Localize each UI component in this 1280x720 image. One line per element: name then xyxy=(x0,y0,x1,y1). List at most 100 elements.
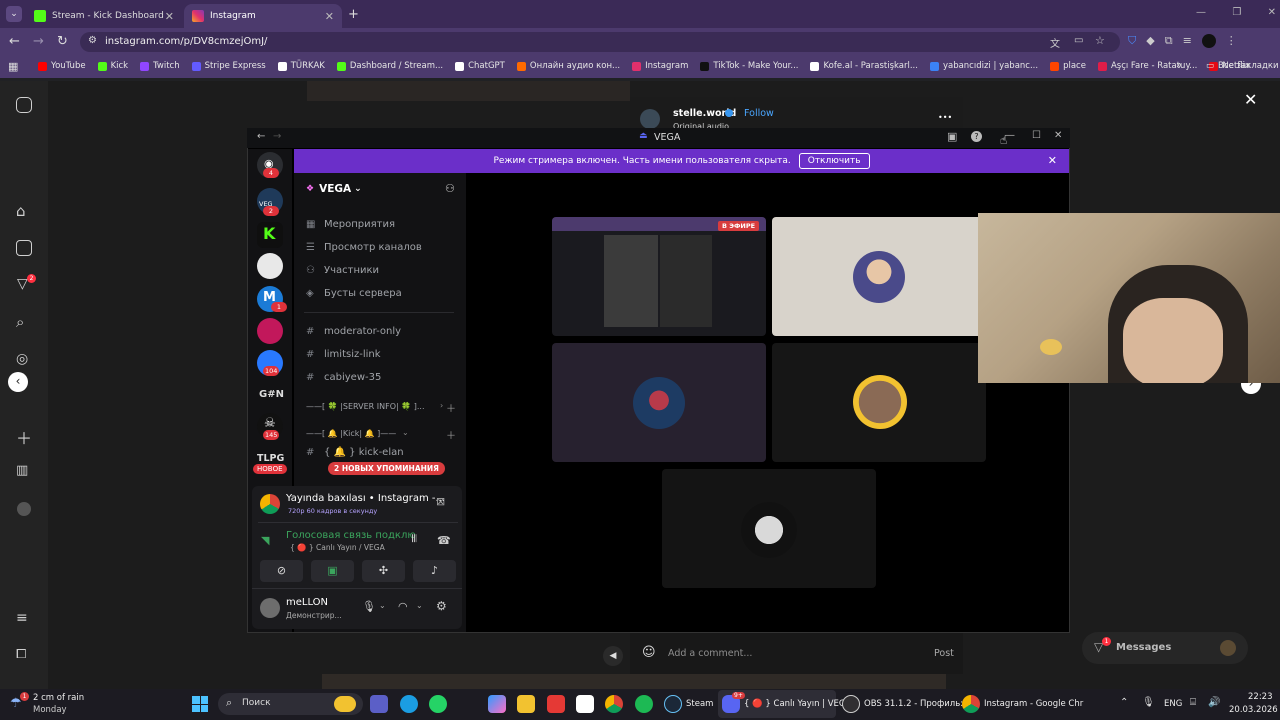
participant-tile-4[interactable] xyxy=(662,469,876,588)
banner-close-icon[interactable]: ✕ xyxy=(1048,154,1057,167)
close-tab-icon[interactable]: ✕ xyxy=(165,10,174,23)
clock-time[interactable]: 22:23 xyxy=(1248,692,1273,702)
tab-instagram[interactable]: Instagram ✕ xyxy=(184,4,342,28)
new-tab-button[interactable]: + xyxy=(348,7,359,22)
dashboard-icon[interactable]: ▥ xyxy=(16,463,28,478)
tab-search-button[interactable]: ⌄ xyxy=(6,6,22,22)
create-icon[interactable]: ＋ xyxy=(16,425,32,449)
headphones-options-icon[interactable]: ⌄ xyxy=(416,601,423,610)
comment-input[interactable]: Add a comment... xyxy=(668,648,752,659)
bookmark-item[interactable]: Instagram xyxy=(632,61,688,71)
taskbar-app-label[interactable]: { 🔴 } Canlı Yayın | VEGA xyxy=(744,699,851,709)
tab-kick-dashboard[interactable]: Stream - Kick Dashboard ✕ xyxy=(26,4,182,28)
menu-members[interactable]: ⚇ Участники xyxy=(306,265,379,276)
diamond-extension-icon[interactable]: ◆ xyxy=(1146,34,1154,48)
disconnect-icon[interactable]: ☎ xyxy=(437,534,451,547)
participant-tile-1[interactable] xyxy=(772,217,986,336)
close-tab-icon[interactable]: ✕ xyxy=(325,10,334,23)
server-gn[interactable]: G#N xyxy=(259,389,284,400)
edge-icon[interactable] xyxy=(400,695,418,713)
mute-button[interactable]: ◀ xyxy=(603,646,623,666)
channel-moderator-only[interactable]: # moderator-only xyxy=(306,326,401,337)
search-icon[interactable]: ⌕ xyxy=(16,313,24,331)
stop-stream-icon[interactable]: ⊠ xyxy=(436,495,445,508)
signal-icon[interactable]: ◥ xyxy=(261,534,269,547)
bookmark-item[interactable]: Stripe Express xyxy=(191,61,266,71)
back-icon[interactable]: ← xyxy=(9,34,20,49)
new-mentions-pill[interactable]: 2 НОВЫХ УПОМИНАНИЯ xyxy=(328,462,445,475)
add-channel-icon[interactable]: ＋ xyxy=(446,400,456,415)
file-explorer-icon[interactable] xyxy=(517,695,535,713)
capcut-icon[interactable] xyxy=(576,695,594,713)
bookmark-item[interactable]: Kick xyxy=(97,61,128,71)
category-expand-icon[interactable]: › xyxy=(440,401,443,410)
noise-suppression-icon[interactable]: 𝄃𝄃 xyxy=(412,534,416,545)
taskbar-app-label[interactable]: OBS 31.1.2 - Профиль: E xyxy=(864,699,971,709)
taskbar-app-label[interactable]: Instagram - Google Chr xyxy=(984,699,1083,709)
post-options-icon[interactable]: ••• xyxy=(938,113,952,122)
media-icon[interactable]: ≡ xyxy=(1183,34,1192,48)
menu-dots-icon[interactable]: ⋮ xyxy=(1226,34,1237,48)
shield-extension-icon[interactable]: ⛉ xyxy=(1128,34,1136,48)
server-kick[interactable]: K xyxy=(257,222,283,248)
user-avatar[interactable] xyxy=(260,598,280,618)
close-window-icon[interactable]: ✕ xyxy=(1268,7,1276,18)
author-avatar[interactable] xyxy=(640,109,660,129)
category-kick[interactable]: ——[ 🔔 |Kick| 🔔 ]—— xyxy=(306,429,396,438)
camera-off-button[interactable]: ⊘ xyxy=(260,560,303,582)
all-bookmarks[interactable]: ▭ Все закладки xyxy=(1206,61,1279,71)
weather-widget[interactable]: ☂ 1 2 cm of rain Monday xyxy=(8,691,108,717)
voice-status[interactable]: Голосовая связь подклю xyxy=(286,530,416,541)
discord-maximize-icon[interactable]: ☐ xyxy=(1032,130,1041,141)
mic-options-icon[interactable]: ⌄ xyxy=(379,601,386,610)
emoji-icon[interactable]: ☺ xyxy=(642,645,656,660)
chrome-taskbar-icon[interactable] xyxy=(605,695,623,713)
mic-icon[interactable]: 🎙 xyxy=(362,600,376,613)
spotify-icon[interactable] xyxy=(635,695,653,713)
voice-channel-name[interactable]: { 🔴 } Canlı Yayın / VEGA xyxy=(290,543,385,552)
disable-streamer-mode-button[interactable]: Отключить xyxy=(798,153,870,169)
messages-button[interactable]: ▽ 1 Messages xyxy=(1082,632,1248,664)
channel-limitsiz-link[interactable]: # limitsiz-link xyxy=(306,349,381,360)
server-fire[interactable] xyxy=(257,318,283,344)
taskbar-search[interactable]: ⌕ Поиск xyxy=(218,693,363,715)
server-header[interactable]: ❖ VEGA ⌄ xyxy=(306,183,362,195)
profile-icon[interactable] xyxy=(17,502,31,516)
teams-icon[interactable] xyxy=(370,695,388,713)
bookmark-item[interactable]: yabancıdizi | yabanc... xyxy=(929,61,1038,71)
activities-button[interactable]: ✣ xyxy=(362,560,405,582)
also-from-meta-icon[interactable]: ⧠ xyxy=(16,647,26,662)
start-button[interactable] xyxy=(192,696,208,712)
server-tlpg[interactable]: TLPG xyxy=(257,453,284,464)
discord-forward-icon[interactable]: → xyxy=(273,131,281,142)
menu-browse-channels[interactable]: ☰ Просмотр каналов xyxy=(306,242,422,253)
add-channel-icon[interactable]: ＋ xyxy=(446,427,456,442)
bookmark-item[interactable]: ChatGPT xyxy=(455,61,505,71)
explore-icon[interactable]: ◎ xyxy=(16,351,28,367)
whatsapp-icon[interactable] xyxy=(429,695,447,713)
instagram-logo-icon[interactable] xyxy=(16,97,32,113)
bookmark-item[interactable]: TikTok - Make Your... xyxy=(700,61,798,71)
taskbar-app-label[interactable]: Steam xyxy=(686,699,713,709)
bookmark-item[interactable]: Kofe.al - Parastişkarl... xyxy=(810,61,918,71)
participant-tile-2[interactable] xyxy=(552,343,766,462)
channel-kick-elan[interactable]: # { 🔔 } kick-elan xyxy=(306,447,404,458)
bookmark-item[interactable]: place xyxy=(1050,61,1086,71)
bookmark-item[interactable]: Dashboard / Stream... xyxy=(336,61,443,71)
category-server-info[interactable]: ——[ 🍀 |SERVER INFO| 🍀 ]... xyxy=(306,402,424,411)
bookmark-item[interactable]: Aşçı Fare - Ratatuy... xyxy=(1097,61,1197,71)
maximize-icon[interactable]: ❐ xyxy=(1232,7,1241,18)
stream-preview[interactable]: Yayında baxılası • Instagram -... 720p 6… xyxy=(258,490,460,520)
soundboard-button[interactable]: ♪ xyxy=(413,560,456,582)
steam-icon[interactable] xyxy=(664,695,682,713)
inbox-icon[interactable]: ▣ xyxy=(947,130,957,143)
bookmark-item[interactable]: Twitch xyxy=(140,61,180,71)
follow-button[interactable]: Follow xyxy=(744,108,774,119)
settings-gear-icon[interactable]: ⚙ xyxy=(436,599,447,613)
bookmark-star-icon[interactable]: ☆ xyxy=(1095,34,1105,47)
server-anime[interactable] xyxy=(257,253,283,279)
site-info-icon[interactable]: ⚙ xyxy=(88,35,97,46)
bookmark-item[interactable]: Онлайн аудио кон... xyxy=(516,61,620,71)
tray-mic-icon[interactable]: 🎙 xyxy=(1142,697,1155,708)
headphones-icon[interactable]: ◠ xyxy=(398,600,408,613)
